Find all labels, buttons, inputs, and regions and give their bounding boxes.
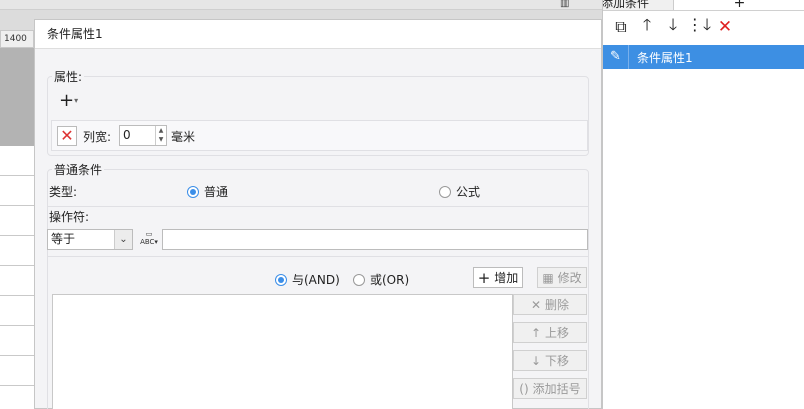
arrow-down-icon[interactable]: 🡓 [663,15,683,37]
bracket-icon: () [519,381,529,396]
add-condition-button[interactable]: + 增加 [473,267,523,288]
panel-toolbar: ⧉ 🡑 🡓 ⋮🡓 ✕ [603,11,804,43]
radio-icon [439,185,451,198]
add-tab-button[interactable]: + [673,0,804,10]
panel-tabs: 添加条件 + [603,0,804,11]
type-normal-label: 普通 [204,185,229,199]
dialog-title: 条件属性1 [35,20,601,49]
move-bottom-icon[interactable]: ⋮🡓 [687,15,711,37]
radio-selected-icon [187,185,199,198]
type-label: 类型: [49,185,78,199]
type-formula-label: 公式 [456,185,481,199]
radio-selected-icon [275,273,287,286]
list-item-label: 条件属性1 [637,50,693,65]
up-button-label: 上移 [545,326,570,340]
chevron-down-icon: ▾ [74,96,79,105]
background-toolbar [0,0,604,10]
condition-panel: 添加条件 + ⧉ 🡑 🡓 ⋮🡓 ✕ ✎ 条件属性1 [602,0,804,409]
edit-icon: ▦ [542,270,554,285]
arrow-down-icon: ↓ [530,353,542,368]
type-radio-normal[interactable]: 普通 [187,183,228,200]
background-grid [0,146,34,409]
edit-button-label: 修改 [557,271,582,285]
text-type-icon[interactable]: ▭ ABC▾ [138,230,160,250]
condition-dialog: 条件属性1 属性: +▾ ✕ 列宽: 0 ▲ ▼ 毫米 普通条件 类型: 普通 公… [34,19,602,409]
width-value: 0 [123,128,131,142]
condition-value-input[interactable] [162,229,588,250]
ruler-label: 1400 [0,30,34,48]
delete-attribute-button[interactable]: ✕ [57,126,77,146]
delete-button-label: 删除 [545,298,570,312]
edit-pen-icon: ✎ [603,45,629,69]
grid-icon: ▥ [560,0,570,9]
operator-value: 等于 [51,232,76,246]
move-down-button[interactable]: ↓ 下移 [513,350,587,371]
operator-label: 操作符: [49,210,90,224]
column-width-row: ✕ 列宽: 0 ▲ ▼ 毫米 [51,120,588,151]
list-item[interactable]: ✎ 条件属性1 [603,45,804,69]
background-gray-area [0,48,34,146]
copy-icon[interactable]: ⧉ [611,17,631,37]
plus-icon: + [59,90,75,111]
arrow-up-icon: ↑ [530,325,542,340]
attribute-group-label: 属性: [52,68,85,85]
logic-radio-and[interactable]: 与(AND) [275,271,340,288]
add-bracket-button[interactable]: () 添加括号 [513,378,587,399]
divider [48,256,589,257]
divider [48,206,588,207]
close-icon: ✕ [530,297,542,312]
spinner-arrows-icon[interactable]: ▲ ▼ [155,126,166,145]
plus-icon: + [477,268,491,287]
add-button-label: 增加 [494,271,519,285]
edit-condition-button[interactable]: ▦ 修改 [537,267,587,288]
tab-add-condition[interactable]: 添加条件 [603,0,649,10]
radio-icon [353,273,365,286]
width-unit: 毫米 [171,130,196,144]
delete-condition-button[interactable]: ✕ 删除 [513,294,587,315]
add-attribute-dropdown[interactable]: +▾ [59,92,89,112]
logic-or-label: 或(OR) [370,273,410,287]
move-up-button[interactable]: ↑ 上移 [513,322,587,343]
chevron-down-icon[interactable]: ⌄ [114,230,132,249]
logic-and-label: 与(AND) [292,273,340,287]
condition-group-label: 普通条件 [52,161,105,178]
width-spinner[interactable]: 0 ▲ ▼ [119,125,167,146]
type-radio-formula[interactable]: 公式 [439,183,480,200]
logic-radio-or[interactable]: 或(OR) [353,271,409,288]
width-label: 列宽: [83,130,112,144]
condition-list[interactable] [52,294,513,409]
close-icon[interactable]: ✕ [715,17,735,37]
bracket-button-label: 添加括号 [532,382,581,396]
close-icon: ✕ [60,126,74,145]
down-button-label: 下移 [545,354,570,368]
operator-select[interactable]: 等于 ⌄ [47,229,133,250]
arrow-up-icon[interactable]: 🡑 [637,15,657,37]
